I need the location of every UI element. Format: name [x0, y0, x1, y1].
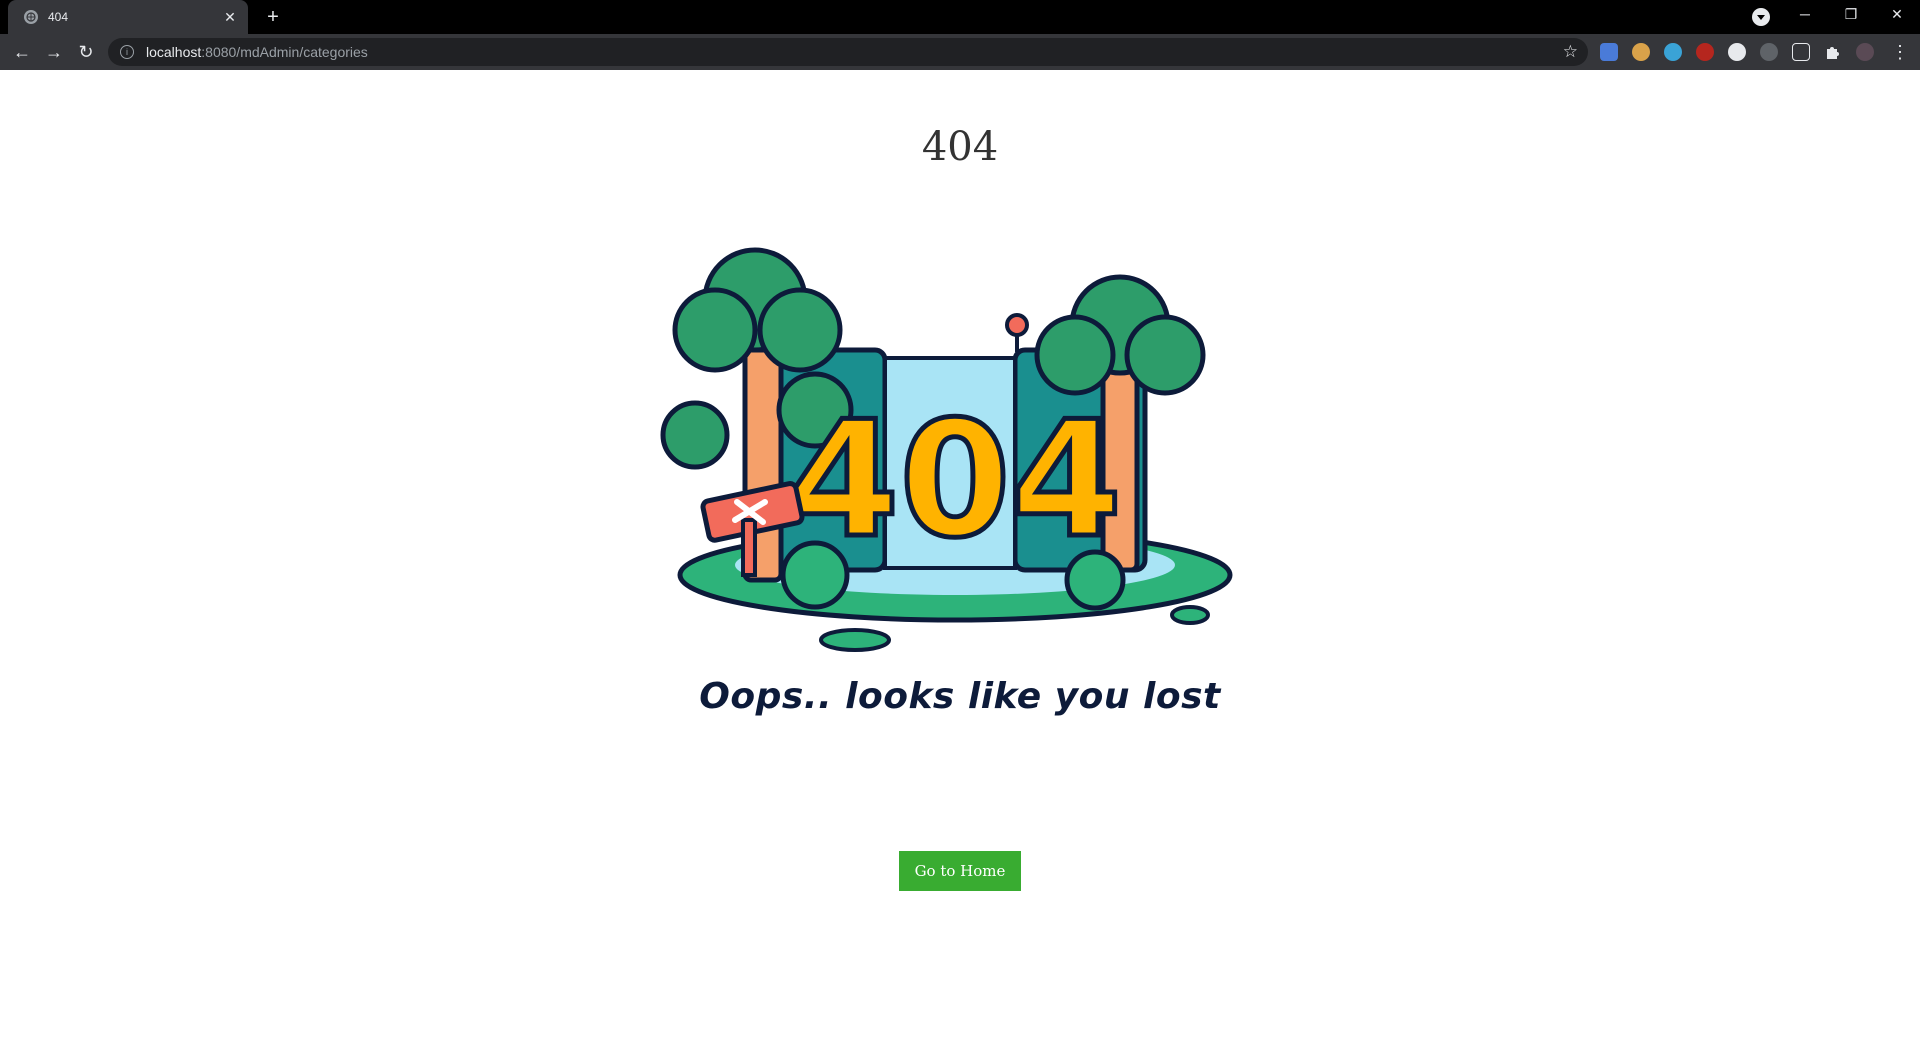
- ublock-extension-icon[interactable]: [1696, 43, 1714, 61]
- avatar[interactable]: [1856, 43, 1874, 61]
- url-path: :8080/mdAdmin/categories: [201, 44, 368, 60]
- lost-in-forest-illustration: 404: [660, 247, 1233, 652]
- extension-icon-5[interactable]: [1728, 43, 1746, 61]
- page-title: 404: [921, 124, 999, 170]
- globe-icon: [24, 10, 38, 24]
- browser-toolbar: ← → ↻ i localhost:8080/mdAdmin/categorie…: [0, 34, 1920, 70]
- lost-message: Oops.. looks like you lost: [699, 676, 1221, 717]
- reload-icon[interactable]: ↻: [72, 38, 100, 66]
- info-icon[interactable]: i: [120, 45, 134, 59]
- puzzle-icon[interactable]: [1824, 43, 1842, 61]
- extension-icon-3[interactable]: [1664, 43, 1682, 61]
- tab-active[interactable]: 404 ✕: [8, 0, 248, 34]
- url-host: localhost: [146, 44, 202, 60]
- go-home-button[interactable]: Go to Home: [899, 851, 1021, 891]
- restore-button[interactable]: ❐: [1828, 0, 1874, 30]
- translate-extension-icon[interactable]: [1600, 43, 1618, 61]
- tab-title: 404: [48, 10, 69, 24]
- forward-icon[interactable]: →: [40, 38, 68, 66]
- illustration-404-text: 404: [788, 386, 1122, 573]
- profile-menu-icon[interactable]: [1752, 8, 1770, 26]
- minimize-button[interactable]: ─: [1782, 0, 1828, 30]
- extension-icon-2[interactable]: [1632, 43, 1650, 61]
- address-bar[interactable]: i localhost:8080/mdAdmin/categories ☆: [108, 38, 1588, 66]
- star-icon[interactable]: ☆: [1563, 42, 1578, 62]
- back-icon[interactable]: ←: [8, 38, 36, 66]
- menu-icon[interactable]: ⋮: [1890, 38, 1910, 66]
- close-window-button[interactable]: ✕: [1874, 0, 1920, 30]
- extension-icon-6[interactable]: [1760, 43, 1778, 61]
- plus-icon[interactable]: +: [260, 4, 286, 30]
- close-icon[interactable]: ✕: [222, 9, 238, 26]
- tab-strip: 404 ✕ + ─ ❐ ✕: [0, 0, 1920, 34]
- shield-extension-icon[interactable]: [1792, 43, 1810, 61]
